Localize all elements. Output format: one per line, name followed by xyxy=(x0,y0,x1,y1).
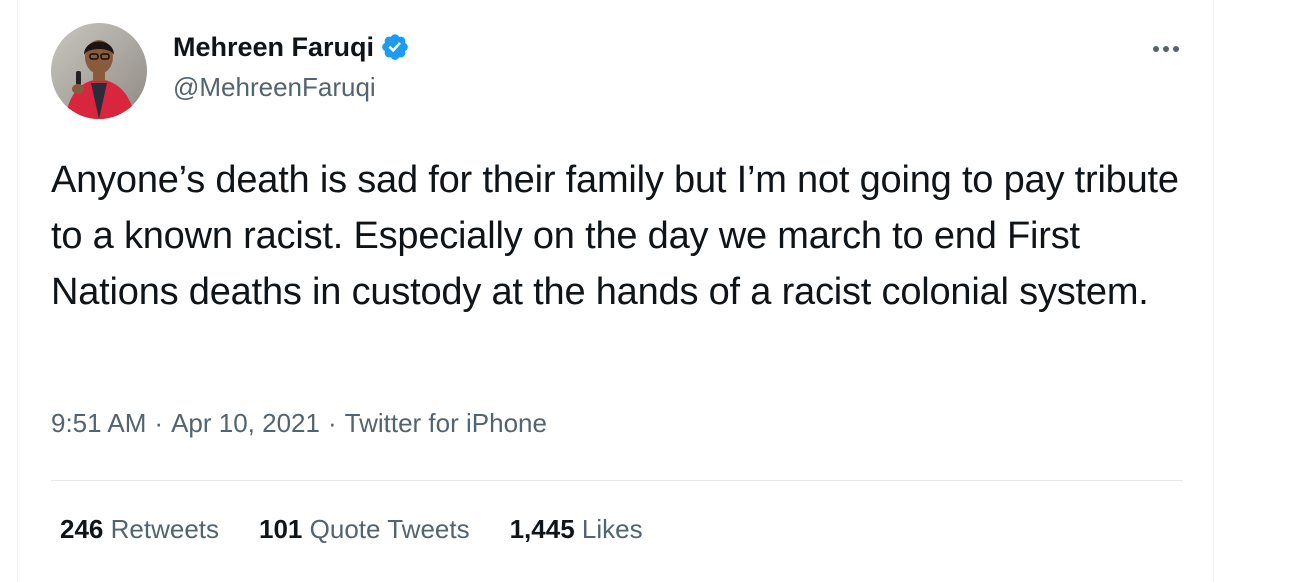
author-handle[interactable]: @MehreenFaruqi xyxy=(173,72,410,103)
tweet-date[interactable]: Apr 10, 2021 xyxy=(171,408,320,438)
tweet-source[interactable]: Twitter for iPhone xyxy=(345,408,547,438)
verified-badge-icon xyxy=(380,32,410,62)
more-horizontal-icon xyxy=(1153,46,1179,52)
divider xyxy=(51,480,1183,481)
avatar-photo xyxy=(51,23,147,119)
quote-tweets-label: Quote Tweets xyxy=(309,514,470,544)
tweet-time[interactable]: 9:51 AM xyxy=(51,408,146,438)
tweet-text: Anyone’s death is sad for their family b… xyxy=(51,159,1179,313)
quote-tweets-count: 101 xyxy=(259,514,303,544)
retweets-count: 246 xyxy=(60,514,104,544)
quote-tweets-stat[interactable]: 101 Quote Tweets xyxy=(259,514,470,545)
tweet-stats: 246 Retweets 101 Quote Tweets 1,445 Like… xyxy=(60,514,683,545)
author-block: Mehreen Faruqi @MehreenFaruqi xyxy=(173,30,410,103)
retweets-label: Retweets xyxy=(110,514,220,544)
author-name-row: Mehreen Faruqi xyxy=(173,30,410,64)
likes-label: Likes xyxy=(581,514,643,544)
tweet-metadata: 9:51 AM · Apr 10, 2021 · Twitter for iPhone xyxy=(51,408,547,439)
author-name[interactable]: Mehreen Faruqi xyxy=(173,32,374,63)
tweet-card: Mehreen Faruqi @MehreenFaruqi Anyone’s d… xyxy=(17,0,1214,582)
meta-separator: · xyxy=(327,408,337,438)
likes-stat[interactable]: 1,445 Likes xyxy=(510,514,643,545)
retweets-stat[interactable]: 246 Retweets xyxy=(60,514,219,545)
author-avatar[interactable] xyxy=(51,23,147,119)
meta-separator: · xyxy=(154,408,164,438)
likes-count: 1,445 xyxy=(509,514,575,544)
more-options-button[interactable] xyxy=(1146,34,1186,64)
